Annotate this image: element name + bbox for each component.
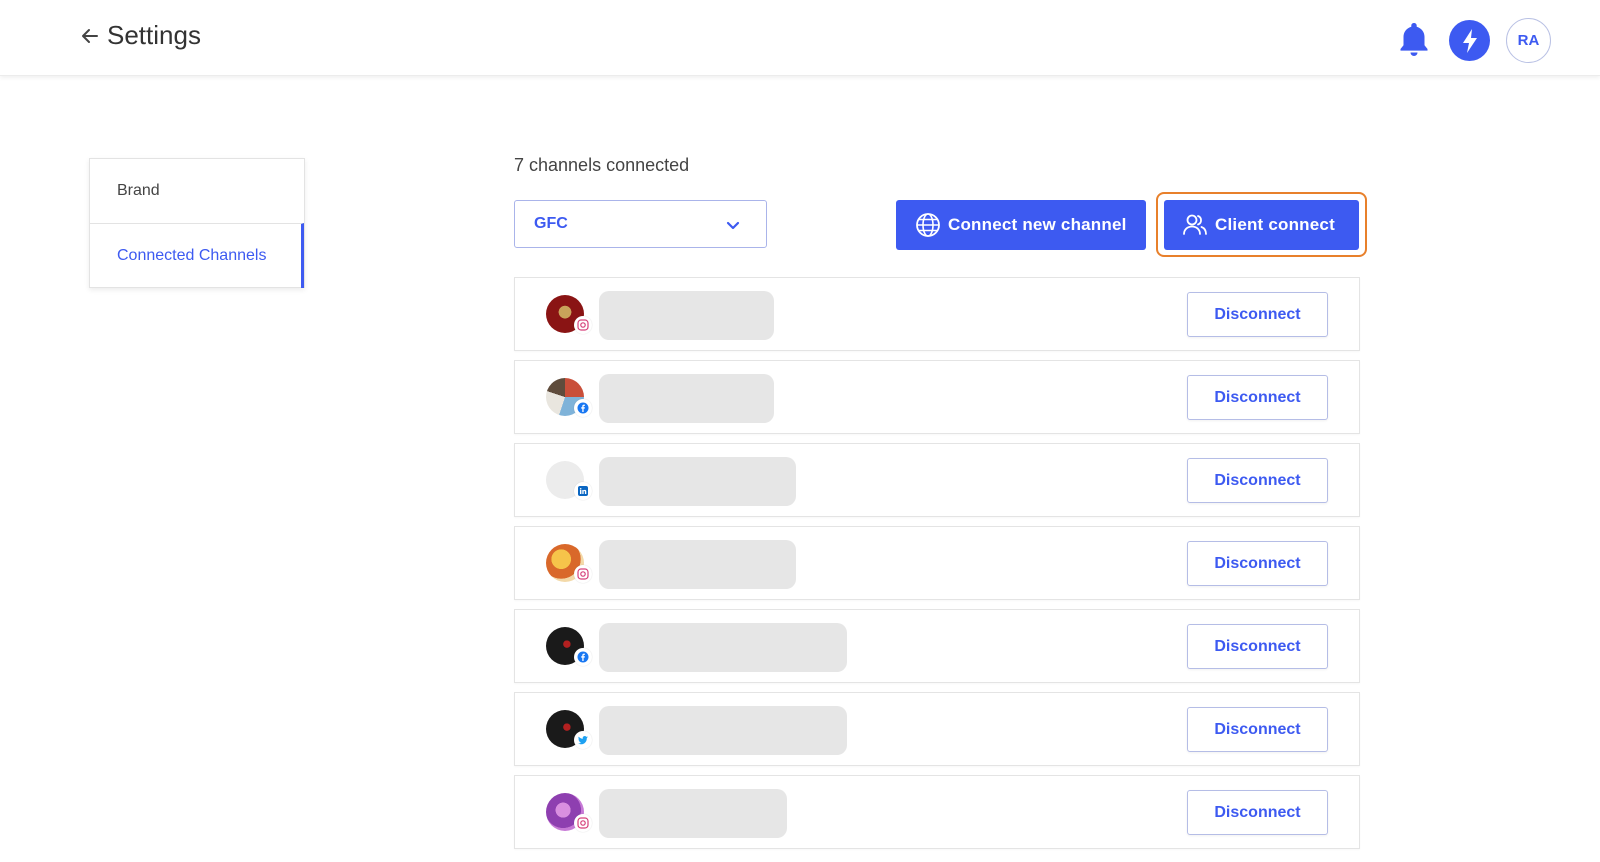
globe-icon bbox=[915, 212, 941, 238]
user-avatar[interactable]: RA bbox=[1506, 18, 1551, 63]
disconnect-button[interactable]: Disconnect bbox=[1187, 624, 1328, 669]
linkedin-icon bbox=[574, 482, 592, 500]
sidebar-item-brand[interactable]: Brand bbox=[90, 159, 304, 223]
sidebar-item-connected-channels[interactable]: Connected Channels bbox=[90, 223, 304, 288]
channel-name-placeholder bbox=[599, 540, 796, 589]
channel-row: Disconnect bbox=[514, 526, 1360, 600]
twitter-icon bbox=[574, 731, 592, 749]
disconnect-button[interactable]: Disconnect bbox=[1187, 458, 1328, 503]
lightning-icon bbox=[1462, 28, 1477, 53]
brand-select-value: GFC bbox=[534, 215, 568, 232]
chevron-down-icon bbox=[724, 216, 742, 234]
facebook-icon bbox=[574, 399, 592, 417]
channel-row: Disconnect bbox=[514, 360, 1360, 434]
client-connect-label: Client connect bbox=[1215, 215, 1335, 234]
settings-side-menu: Brand Connected Channels bbox=[89, 158, 305, 288]
page-title: Settings bbox=[107, 20, 201, 50]
channel-name-placeholder bbox=[599, 789, 787, 838]
disconnect-button[interactable]: Disconnect bbox=[1187, 375, 1328, 420]
back-arrow-icon[interactable] bbox=[78, 24, 102, 48]
bell-icon[interactable] bbox=[1396, 20, 1432, 60]
channel-row: Disconnect bbox=[514, 692, 1360, 766]
channel-row: Disconnect bbox=[514, 775, 1360, 849]
channel-name-placeholder bbox=[599, 623, 847, 672]
client-connect-button[interactable]: Client connect bbox=[1164, 200, 1359, 250]
instagram-icon bbox=[574, 316, 592, 334]
instagram-icon bbox=[574, 814, 592, 832]
lightning-button[interactable] bbox=[1449, 20, 1490, 61]
disconnect-button[interactable]: Disconnect bbox=[1187, 541, 1328, 586]
disconnect-button[interactable]: Disconnect bbox=[1187, 790, 1328, 835]
channel-name-placeholder bbox=[599, 291, 774, 340]
channel-list: Disconnect Disconnect Disconnect Disconn… bbox=[514, 277, 1360, 858]
users-icon bbox=[1182, 212, 1208, 238]
channel-count: 7 channels connected bbox=[514, 155, 690, 175]
channel-name-placeholder bbox=[599, 457, 796, 506]
channel-name-placeholder bbox=[599, 374, 774, 423]
channel-row: Disconnect bbox=[514, 609, 1360, 683]
connect-new-channel-label: Connect new channel bbox=[948, 215, 1127, 234]
disconnect-button[interactable]: Disconnect bbox=[1187, 707, 1328, 752]
instagram-icon bbox=[574, 565, 592, 583]
top-bar: Settings RA bbox=[0, 0, 1600, 76]
channel-row: Disconnect bbox=[514, 277, 1360, 351]
facebook-icon bbox=[574, 648, 592, 666]
connect-new-channel-button[interactable]: Connect new channel bbox=[896, 200, 1146, 250]
channel-row: Disconnect bbox=[514, 443, 1360, 517]
channel-name-placeholder bbox=[599, 706, 847, 755]
disconnect-button[interactable]: Disconnect bbox=[1187, 292, 1328, 337]
brand-select[interactable]: GFC bbox=[514, 200, 767, 248]
